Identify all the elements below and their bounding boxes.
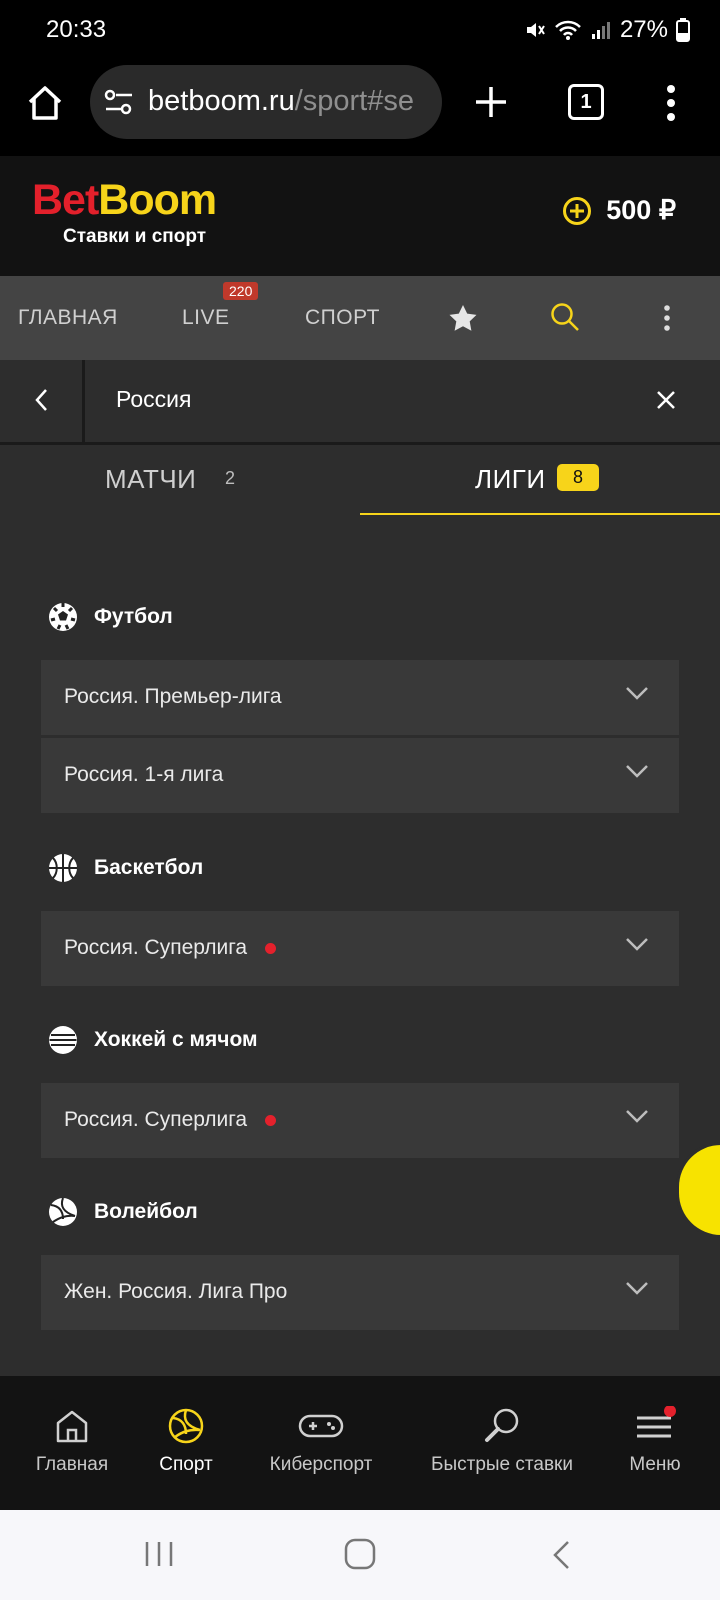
wifi-icon — [555, 20, 581, 40]
bottom-nav-label: Меню — [629, 1454, 681, 1475]
signal-icon — [591, 22, 610, 39]
bottom-nav-esports[interactable]: Киберспорт — [258, 1376, 384, 1510]
league-row[interactable]: Россия. Суперлига — [41, 1083, 679, 1158]
nav-home[interactable]: ГЛАВНАЯ — [18, 306, 118, 330]
tab-leagues-label: ЛИГИ — [475, 464, 546, 494]
result-tabs: МАТЧИ 2 ЛИГИ 8 — [0, 445, 720, 515]
sport-header-football: Футбол — [48, 601, 173, 633]
chevron-down-icon[interactable] — [625, 1281, 649, 1295]
bottom-nav-label: Быстрые ставки — [431, 1454, 573, 1475]
top-navigation: ГЛАВНАЯ LIVE 220 СПОРТ — [0, 276, 720, 360]
menu-icon — [637, 1406, 676, 1438]
search-row: Россия — [0, 360, 720, 445]
league-row[interactable]: Жен. Россия. Лига Про — [41, 1255, 679, 1330]
status-bar: 20:33 27% — [0, 0, 720, 60]
chevron-down-icon[interactable] — [625, 937, 649, 951]
tab-matches-count: 2 — [225, 468, 236, 488]
search-divider — [82, 360, 85, 442]
system-navigation-bar — [0, 1510, 720, 1600]
url-domain: betboom.ru — [148, 85, 295, 117]
new-tab-icon[interactable] — [474, 85, 508, 119]
league-name: Россия. Суперлига — [64, 936, 277, 960]
sport-name: Баскетбол — [94, 856, 204, 879]
battery-icon — [676, 18, 690, 42]
bottom-nav-label: Главная — [35, 1454, 109, 1475]
bottom-nav-label: Киберспорт — [269, 1454, 373, 1475]
nav-sport[interactable]: СПОРТ — [305, 306, 380, 330]
league-row[interactable]: Россия. Премьер-лига — [41, 660, 679, 735]
home-icon — [56, 1410, 88, 1443]
favorites-star-icon[interactable] — [448, 304, 478, 332]
url-path: /sport#se — [294, 85, 414, 117]
clear-search-icon[interactable] — [656, 390, 676, 410]
search-icon[interactable] — [550, 302, 580, 332]
bottom-navigation: Главная Спорт Киберспорт Быстрые ставки … — [0, 1376, 720, 1510]
balance-button[interactable]: 500 ₽ — [562, 195, 676, 226]
league-name: Жен. Россия. Лига Про — [64, 1280, 288, 1303]
more-options-icon[interactable] — [666, 84, 676, 122]
sport-header-bandy: Хоккей с мячом — [48, 1024, 258, 1056]
recent-apps-icon[interactable] — [144, 1540, 174, 1568]
chevron-down-icon[interactable] — [625, 1109, 649, 1123]
browser-toolbar: betboom.ru/sport#se 1 — [0, 60, 720, 156]
sport-header-basketball: Баскетбол — [48, 852, 203, 884]
league-row[interactable]: Россия. Суперлига — [41, 911, 679, 986]
live-count-badge: 220 — [223, 282, 259, 300]
sport-header-volleyball: Волейбол — [48, 1196, 198, 1228]
status-icons: 27% — [524, 16, 690, 44]
league-name: Россия. 1-я лига — [64, 763, 224, 786]
nav-live[interactable]: LIVE — [182, 306, 230, 330]
soccer-ball-icon — [49, 603, 77, 631]
tab-leagues[interactable]: ЛИГИ 8 — [360, 445, 720, 515]
url-text[interactable]: betboom.ru/sport#se — [148, 85, 428, 118]
basketball-icon — [49, 854, 77, 882]
balance-amount: 500 ₽ — [606, 195, 676, 225]
tab-leagues-count: 8 — [557, 464, 600, 491]
bottom-nav-quick-bets[interactable]: Быстрые ставки — [420, 1376, 584, 1510]
tab-matches-label: МАТЧИ — [105, 464, 197, 494]
tab-matches[interactable]: МАТЧИ 2 — [0, 445, 360, 513]
betboom-logo[interactable]: BetBoom — [32, 176, 217, 225]
site-header: BetBoom Ставки и спорт 500 ₽ — [0, 156, 720, 276]
sport-name: Футбол — [94, 605, 173, 628]
chevron-down-icon[interactable] — [625, 686, 649, 700]
volleyball-icon — [49, 1197, 77, 1226]
bottom-nav-home[interactable]: Главная — [22, 1376, 122, 1510]
mute-icon — [526, 23, 545, 37]
live-indicator — [265, 942, 277, 954]
site-settings-icon[interactable] — [104, 88, 134, 116]
bottom-nav-label: Спорт — [159, 1454, 213, 1475]
ping-pong-icon — [485, 1408, 519, 1442]
volleyball-icon — [168, 1408, 204, 1444]
league-row[interactable]: Россия. 1-я лига — [41, 738, 679, 813]
nav-more-icon[interactable] — [663, 304, 671, 332]
sport-name: Хоккей с мячом — [94, 1028, 258, 1051]
floating-action-button[interactable] — [676, 1142, 720, 1238]
sport-name: Волейбол — [94, 1200, 198, 1223]
back-chevron-icon[interactable] — [34, 388, 48, 412]
home-icon[interactable] — [26, 84, 64, 122]
back-icon[interactable] — [552, 1540, 570, 1570]
add-funds-icon — [563, 196, 592, 225]
league-name: Россия. Суперлига — [64, 1108, 277, 1132]
search-input[interactable]: Россия — [116, 386, 191, 413]
live-indicator — [265, 1114, 277, 1126]
logo-tagline: Ставки и спорт — [63, 226, 207, 247]
address-bar[interactable]: betboom.ru/sport#se — [90, 65, 442, 139]
home-button-icon[interactable] — [344, 1538, 376, 1570]
gamepad-icon — [298, 1414, 344, 1438]
tab-switcher-button[interactable]: 1 — [568, 84, 604, 120]
status-time: 20:33 — [46, 16, 107, 43]
bottom-nav-sport[interactable]: Спорт — [136, 1376, 236, 1510]
bottom-nav-menu[interactable]: Меню — [612, 1376, 698, 1510]
chevron-down-icon[interactable] — [625, 764, 649, 778]
bandy-ball-icon — [49, 1026, 77, 1054]
league-name: Россия. Премьер-лига — [64, 685, 282, 708]
battery-percent: 27% — [619, 16, 668, 43]
